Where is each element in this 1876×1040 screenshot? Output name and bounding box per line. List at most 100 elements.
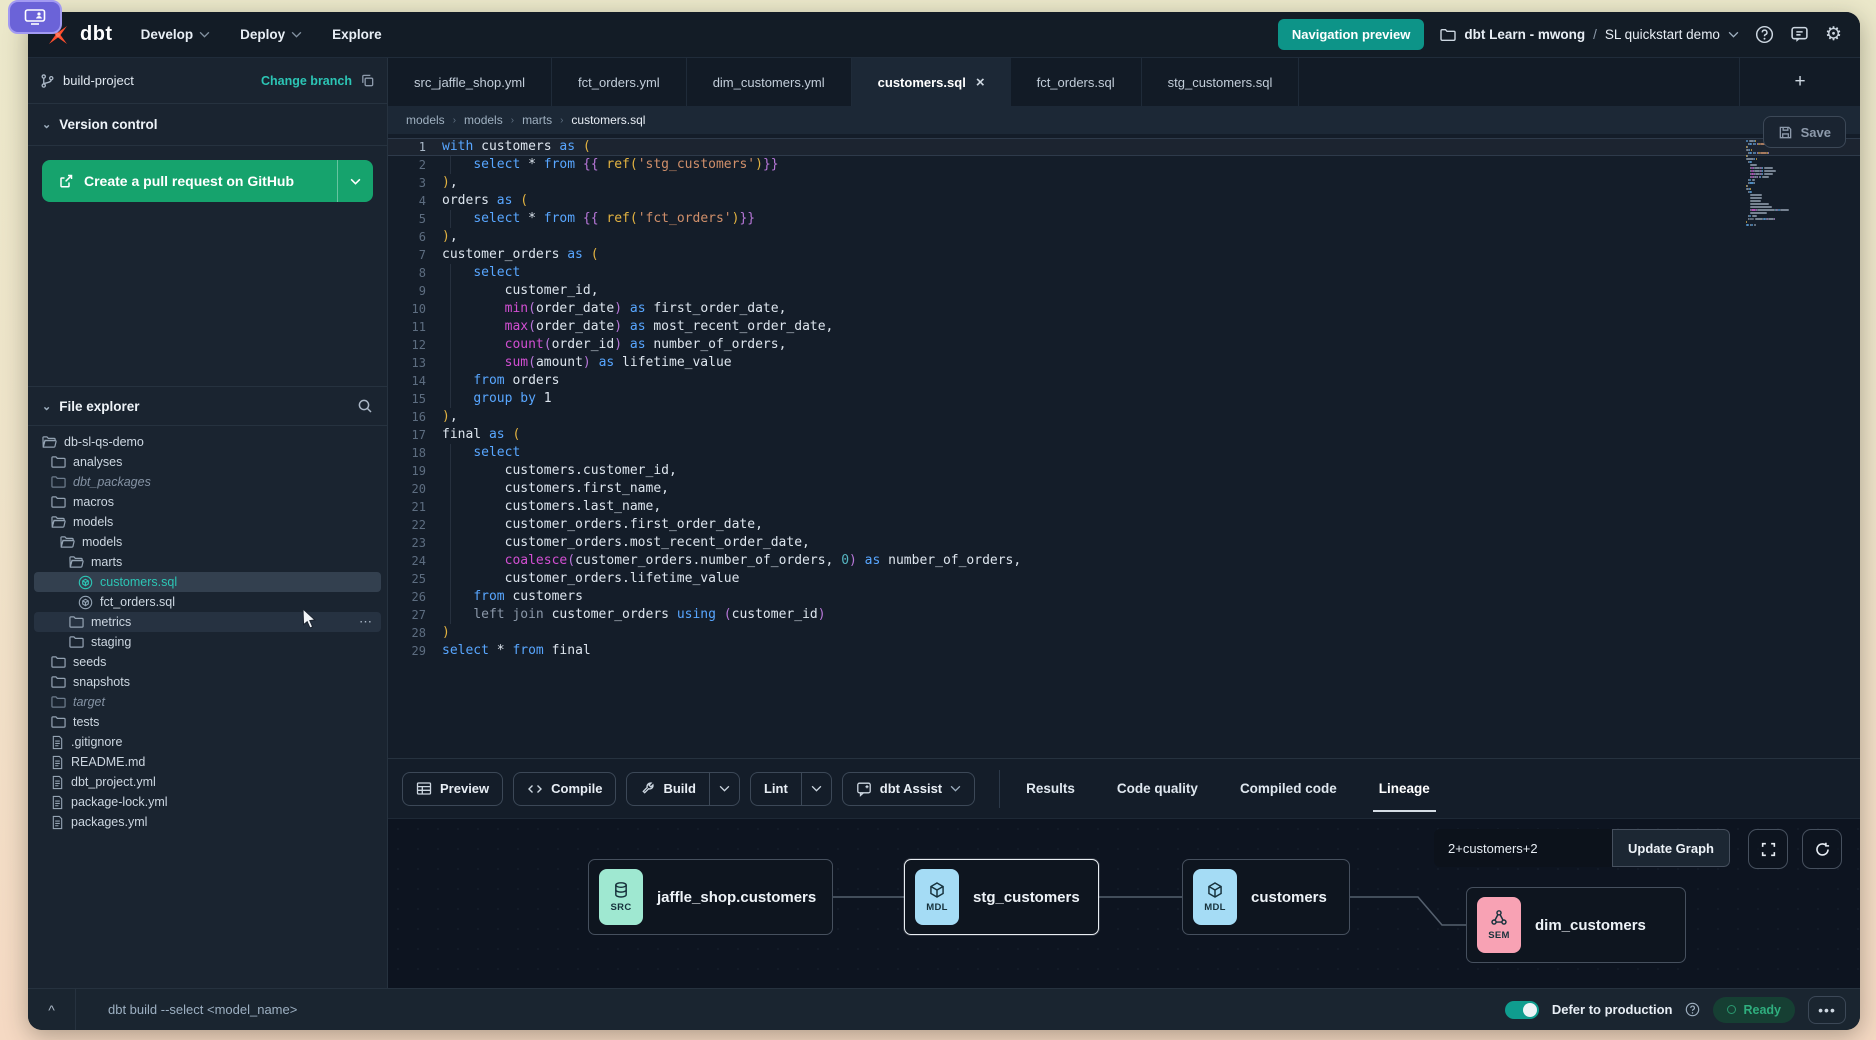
tree-item-tests[interactable]: tests [34,712,381,732]
tree-item-README.md[interactable]: README.md [34,752,381,772]
command-placeholder[interactable]: dbt build --select <model_name> [108,1002,297,1017]
tree-item-package-lock.yml[interactable]: package-lock.yml [34,792,381,812]
code-editor[interactable]: 1with customers as (2 select * from {{ r… [388,134,1860,758]
tree-item-marts[interactable]: marts [34,552,381,572]
compile-button[interactable]: Compile [514,773,615,805]
code-line[interactable]: 10 min(order_date) as first_order_date, [388,300,1860,318]
code-line[interactable]: 20 customers.first_name, [388,480,1860,498]
code-line[interactable]: 4orders as ( [388,192,1860,210]
tab-dim_customers.yml[interactable]: dim_customers.yml [687,58,852,106]
code-line[interactable]: 21 customers.last_name, [388,498,1860,516]
menu-explore[interactable]: Explore [332,27,382,42]
breadcrumb-item[interactable]: models [406,113,445,127]
code-line[interactable]: 7customer_orders as ( [388,246,1860,264]
tab-fct_orders.sql[interactable]: fct_orders.sql [1011,58,1142,106]
refresh-icon[interactable] [1802,829,1842,869]
tree-item-.gitignore[interactable]: .gitignore [34,732,381,752]
code-line[interactable]: 28) [388,624,1860,642]
account-project-selector[interactable]: dbt Learn - mwong / SL quickstart demo [1440,27,1739,42]
tree-item-macros[interactable]: macros [34,492,381,512]
console-tab-compiled-code[interactable]: Compiled code [1238,771,1339,806]
preview-button[interactable]: Preview [403,773,502,805]
tree-item-metrics[interactable]: metrics⋯ [34,612,381,632]
tree-item-fct_orders.sql[interactable]: fct_orders.sql [34,592,381,612]
code-line[interactable]: 29select * from final [388,642,1860,660]
code-line[interactable]: 18 select [388,444,1860,462]
tab-customers.sql[interactable]: customers.sql× [852,58,1011,106]
tree-item-db-sl-qs-demo[interactable]: db-sl-qs-demo [34,432,381,452]
search-icon[interactable] [357,398,373,414]
dbt-assist-button[interactable]: dbt Assist [843,773,974,805]
code-line[interactable]: 13 sum(amount) as lifetime_value [388,354,1860,372]
code-line[interactable]: 22 customer_orders.first_order_date, [388,516,1860,534]
new-tab-button[interactable]: + [1740,58,1860,106]
navigation-preview-button[interactable]: Navigation preview [1278,19,1424,50]
lineage-node-customers[interactable]: MDLcustomers [1182,859,1350,935]
tree-item-models[interactable]: models [34,512,381,532]
code-line[interactable]: 2 select * from {{ ref('stg_customers')}… [388,156,1860,174]
info-icon[interactable] [1685,1002,1700,1017]
console-tab-lineage[interactable]: Lineage [1377,771,1432,806]
console-tab-code-quality[interactable]: Code quality [1115,771,1200,806]
tree-item-customers.sql[interactable]: customers.sql [34,572,381,592]
editor-minimap[interactable] [1746,140,1808,227]
build-dropdown[interactable] [709,773,739,805]
save-button[interactable]: Save [1763,116,1846,148]
copy-icon[interactable] [360,73,375,88]
code-line[interactable]: 5 select * from {{ ref('fct_orders')}} [388,210,1860,228]
tree-item-target[interactable]: target [34,692,381,712]
lineage-node-stg_customers[interactable]: MDLstg_customers [904,859,1099,935]
code-line[interactable]: 11 max(order_date) as most_recent_order_… [388,318,1860,336]
defer-to-production-toggle[interactable] [1505,1001,1539,1019]
tree-item-dbt_packages[interactable]: dbt_packages [34,472,381,492]
fullscreen-icon[interactable] [1748,829,1788,869]
pr-button-dropdown[interactable] [337,160,373,202]
row-menu-icon[interactable]: ⋯ [359,614,373,630]
breadcrumb-item[interactable]: customers.sql [571,113,645,127]
code-line[interactable]: 12 count(order_id) as number_of_orders, [388,336,1860,354]
code-line[interactable]: 24 coalesce(customer_orders.number_of_or… [388,552,1860,570]
build-button[interactable]: Build [627,773,709,805]
code-line[interactable]: 8 select [388,264,1860,282]
tab-stg_customers.sql[interactable]: stg_customers.sql [1142,58,1300,106]
close-icon[interactable]: × [976,75,985,90]
code-line[interactable]: 25 customer_orders.lifetime_value [388,570,1860,588]
code-line[interactable]: 27 left join customer_orders using (cust… [388,606,1860,624]
tree-item-seeds[interactable]: seeds [34,652,381,672]
lint-dropdown[interactable] [801,773,831,805]
tree-item-snapshots[interactable]: snapshots [34,672,381,692]
code-line[interactable]: 15 group by 1 [388,390,1860,408]
menu-develop[interactable]: Develop [141,27,211,42]
gear-icon[interactable]: ⚙ [1825,25,1842,44]
tree-item-staging[interactable]: staging [34,632,381,652]
tree-item-packages.yml[interactable]: packages.yml [34,812,381,832]
expand-command-bar-button[interactable]: ^ [28,989,76,1030]
lineage-node-jaffle_shop.customers[interactable]: SRCjaffle_shop.customers [588,859,833,935]
help-icon[interactable] [1755,25,1774,44]
more-options-button[interactable]: ••• [1808,996,1846,1024]
breadcrumb-item[interactable]: marts [522,113,552,127]
tab-src_jaffle_shop.yml[interactable]: src_jaffle_shop.yml [388,58,552,106]
tab-fct_orders.yml[interactable]: fct_orders.yml [552,58,687,106]
feedback-icon[interactable] [1790,25,1809,44]
code-line[interactable]: 6), [388,228,1860,246]
code-line[interactable]: 14 from orders [388,372,1860,390]
menu-deploy[interactable]: Deploy [240,27,302,42]
tree-item-analyses[interactable]: analyses [34,452,381,472]
lineage-node-dim_customers[interactable]: SEMdim_customers [1466,887,1686,963]
tree-item-models[interactable]: models [34,532,381,552]
code-line[interactable]: 17final as ( [388,426,1860,444]
tree-item-dbt_project.yml[interactable]: dbt_project.yml [34,772,381,792]
version-control-header[interactable]: ⌄ Version control [28,104,387,146]
code-line[interactable]: 16), [388,408,1860,426]
breadcrumb-item[interactable]: models [464,113,503,127]
console-tab-results[interactable]: Results [1024,771,1077,806]
code-line[interactable]: 23 customer_orders.most_recent_order_dat… [388,534,1860,552]
update-graph-button[interactable]: Update Graph [1612,829,1730,867]
code-line[interactable]: 3), [388,174,1860,192]
file-explorer-header[interactable]: ⌄ File explorer [28,386,387,426]
lint-button[interactable]: Lint [751,773,801,805]
code-line[interactable]: 9 customer_id, [388,282,1860,300]
change-branch-link[interactable]: Change branch [261,74,352,88]
code-line[interactable]: 1with customers as ( [388,138,1860,156]
